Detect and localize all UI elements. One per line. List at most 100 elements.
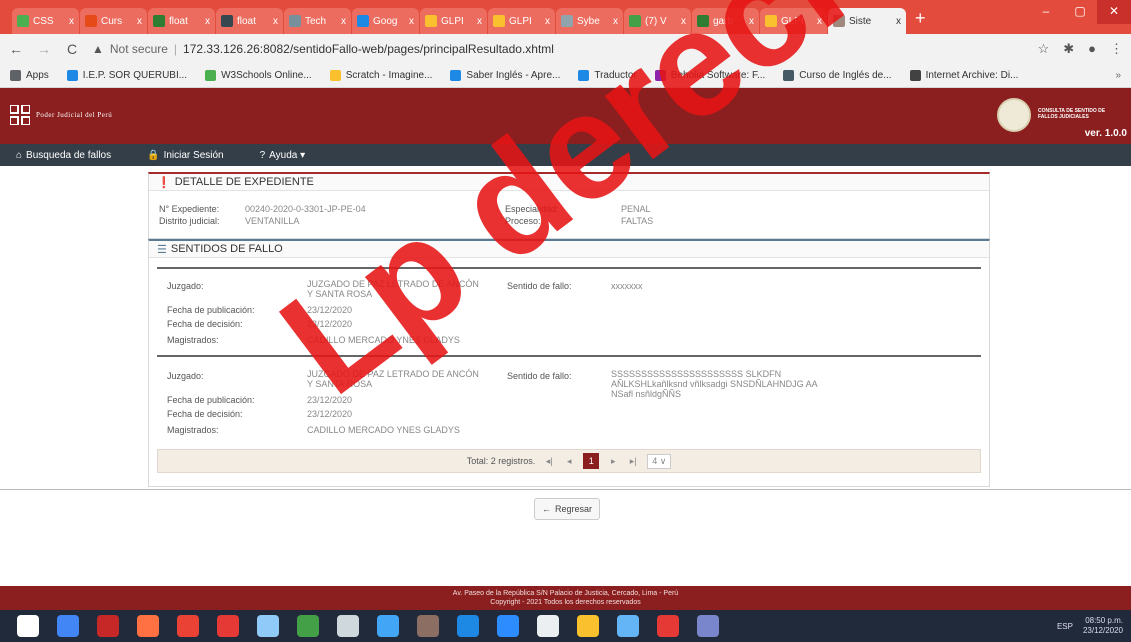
back-button[interactable]: ← (8, 41, 24, 57)
next-page-button[interactable]: ▸ (607, 456, 619, 467)
current-page-button[interactable]: 1 (583, 453, 600, 469)
clock[interactable]: 08:50 p.m. 23/12/2020 (1083, 616, 1123, 636)
tab-close-icon[interactable]: x (273, 16, 278, 27)
bookmark-item[interactable]: Curso de Inglés de... (783, 70, 892, 81)
bookmark-favicon-icon (66, 70, 78, 81)
bookmark-favicon-icon (450, 70, 462, 81)
bookmark-item[interactable]: Traductor (578, 70, 637, 81)
taskbar-item[interactable] (448, 610, 488, 642)
browser-tab[interactable]: Tech x (284, 8, 351, 34)
especialidad-label: Especialidad: (505, 204, 559, 214)
maximize-button[interactable]: ▢ (1063, 0, 1097, 24)
forward-button[interactable]: → (36, 41, 52, 57)
bookmark-item[interactable]: W3Schools Online... (205, 70, 312, 81)
tab-title: (7) V (645, 15, 667, 27)
url-field[interactable]: ▲ Not secure | 172.33.126.26:8082/sentid… (92, 37, 1026, 61)
tab-close-icon[interactable]: x (896, 16, 901, 27)
browser-tab[interactable]: Goog x (352, 8, 419, 34)
tab-close-icon[interactable]: x (341, 16, 346, 27)
bookmark-item[interactable]: Scratch - Imagine... (329, 70, 432, 81)
browser-tab[interactable]: GLPI x (488, 8, 555, 34)
section-divider (0, 489, 1131, 490)
first-page-button[interactable]: ◂| (543, 456, 555, 467)
extensions-icon[interactable]: ✱ (1063, 41, 1074, 57)
fecha-decision-value: 23/12/2020 (307, 409, 353, 419)
taskbar-item[interactable] (368, 610, 408, 642)
bookmark-label: Curso de Inglés de... (799, 70, 892, 81)
menu-icon[interactable]: ⋮ (1110, 41, 1123, 57)
tab-close-icon[interactable]: x (409, 16, 414, 27)
fecha-decision-value: 23/12/2020 (307, 319, 353, 329)
taskbar-item[interactable] (648, 610, 688, 642)
taskbar-item[interactable] (128, 610, 168, 642)
tab-close-icon[interactable]: x (817, 16, 822, 27)
bookmark-item[interactable]: I.E.P. SOR QUERUBI... (66, 70, 187, 81)
reload-button[interactable]: C (64, 41, 80, 57)
bookmark-item[interactable]: Apps (10, 70, 49, 81)
tab-title: Goog (373, 15, 398, 27)
sentidos-header: ☰ SENTIDOS DE FALLO (149, 241, 989, 258)
taskbar-item[interactable] (48, 610, 88, 642)
profile-icon[interactable]: ● (1088, 41, 1096, 57)
bookmark-star-icon[interactable]: ☆ (1038, 41, 1050, 57)
last-page-button[interactable]: ▸| (627, 456, 639, 467)
language-indicator[interactable]: ESP (1057, 622, 1073, 631)
tab-close-icon[interactable]: x (749, 16, 754, 27)
browser-tab[interactable]: GLPI x (760, 8, 827, 34)
browser-tab[interactable]: GLPI x (420, 8, 487, 34)
tab-close-icon[interactable]: x (681, 16, 686, 27)
taskbar-item[interactable] (528, 610, 568, 642)
tab-favicon-icon (17, 15, 29, 27)
nav-ayuda[interactable]: ? Ayuda ▾ (260, 150, 306, 161)
browser-tab[interactable]: Sybe x (556, 8, 623, 34)
tab-close-icon[interactable]: x (477, 16, 482, 27)
browser-tab[interactable]: Curs x (80, 8, 147, 34)
browser-tab[interactable]: Siste x (828, 8, 906, 34)
browser-tab[interactable]: garb x (692, 8, 759, 34)
taskbar-item[interactable] (208, 610, 248, 642)
taskbar-item[interactable] (8, 610, 48, 642)
regresar-button[interactable]: ← Regresar (534, 498, 600, 520)
tab-close-icon[interactable]: x (137, 16, 142, 27)
browser-tab[interactable]: CSS x (12, 8, 79, 34)
taskbar-item[interactable] (488, 610, 528, 642)
taskbar-item[interactable] (168, 610, 208, 642)
taskbar-item[interactable] (248, 610, 288, 642)
tab-favicon-icon (425, 15, 437, 27)
bookmark-label: Traductor (594, 70, 637, 81)
browser-tab[interactable]: (7) V x (624, 8, 691, 34)
bookmark-item[interactable]: Saber Inglés - Apre... (450, 70, 560, 81)
tab-close-icon[interactable]: x (613, 16, 618, 27)
taskbar-item[interactable] (568, 610, 608, 642)
taskbar-item[interactable] (408, 610, 448, 642)
site-header: Poder Judicial del Perú CONSULTA DE SENT… (0, 88, 1131, 144)
tab-close-icon[interactable]: x (69, 16, 74, 27)
browser-tab[interactable]: float x (216, 8, 283, 34)
minimize-button[interactable]: – (1029, 0, 1063, 24)
rows-per-page-select[interactable]: 4 ∨ (647, 453, 672, 469)
prev-page-button[interactable]: ◂ (563, 456, 575, 467)
taskbar-item[interactable] (608, 610, 648, 642)
taskbar-item[interactable] (688, 610, 728, 642)
browser-tab[interactable]: float x (148, 8, 215, 34)
new-tab-button[interactable]: + (915, 8, 926, 29)
bookmarks-more-icon[interactable]: » (1115, 70, 1121, 81)
seal-text: CONSULTA DE SENTIDO DE FALLOS JUDICIALES (1038, 108, 1106, 120)
nav-iniciar-sesion[interactable]: 🔒 Iniciar Sesión (147, 150, 223, 161)
zoom-icon (497, 615, 519, 637)
nav-busqueda[interactable]: ⌂ Busqueda de fallos (16, 150, 111, 161)
taskbar-item[interactable] (288, 610, 328, 642)
bookmark-item[interactable]: Beholia Software: F... (654, 70, 765, 81)
sentidos-title: SENTIDOS DE FALLO (170, 243, 283, 255)
bookmark-favicon-icon (578, 70, 590, 81)
bookmark-item[interactable]: Internet Archive: Di... (909, 70, 1018, 81)
tab-close-icon[interactable]: x (205, 16, 210, 27)
tab-favicon-icon (493, 15, 505, 27)
taskbar-item[interactable] (328, 610, 368, 642)
taskbar-item[interactable] (88, 610, 128, 642)
tab-close-icon[interactable]: x (545, 16, 550, 27)
fecha-publicacion-label: Fecha de publicación: (167, 305, 255, 315)
db-icon (337, 615, 359, 637)
tool-icon (657, 615, 679, 637)
close-window-button[interactable]: ✕ (1097, 0, 1131, 24)
